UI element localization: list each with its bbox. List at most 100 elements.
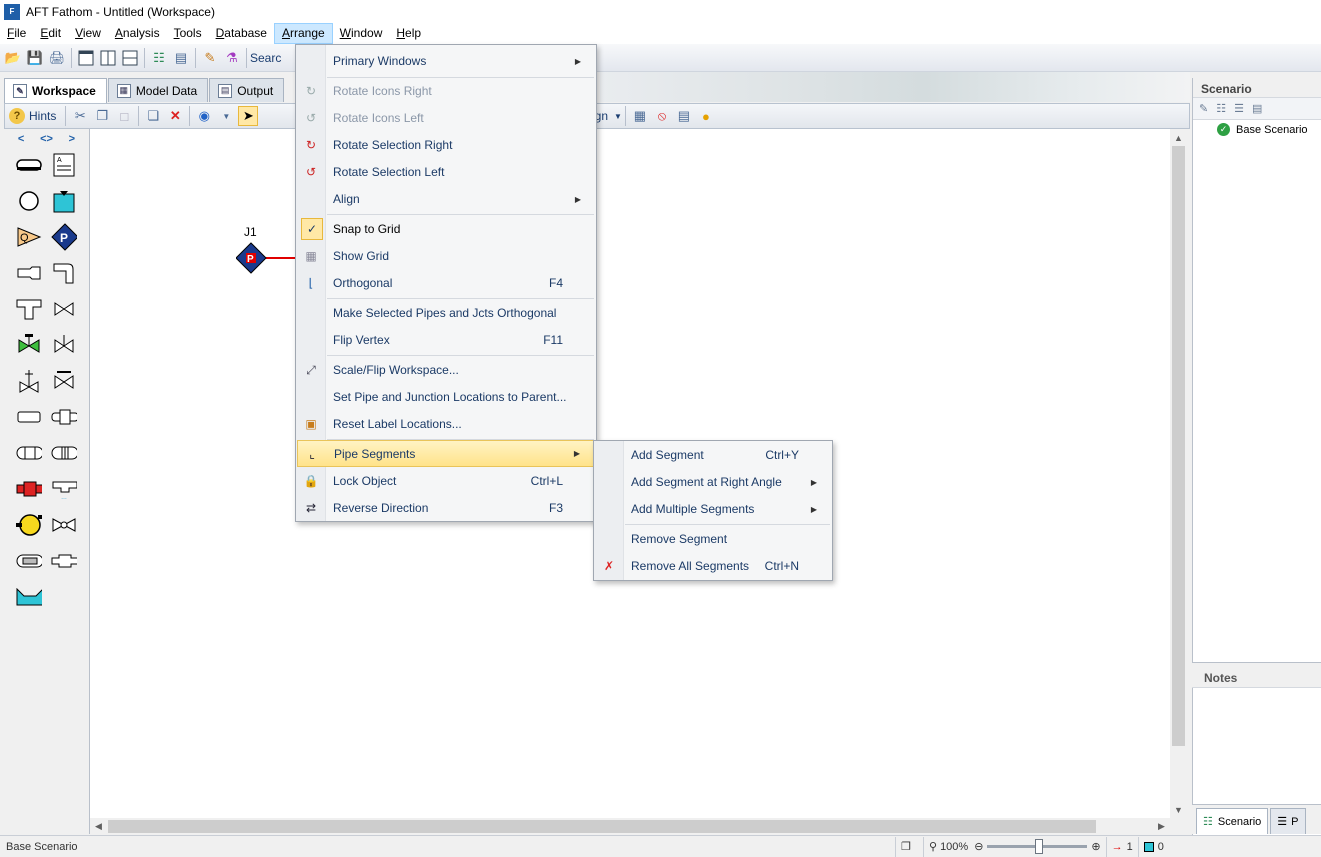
vertical-scrollbar[interactable]: ▲ ▼ — [1170, 129, 1187, 818]
menu-item-snap-to-grid[interactable]: ✓ Snap to Grid — [297, 216, 595, 242]
heat-exchanger-icon[interactable] — [16, 440, 42, 466]
menu-item-scale-flip-workspace[interactable]: ⤢ Scale/Flip Workspace... — [297, 357, 595, 383]
menu-item-rotate-selection-left[interactable]: ↺ Rotate Selection Left — [297, 159, 595, 185]
menu-item-add-multiple-segments[interactable]: Add Multiple Segments ▶ — [595, 496, 831, 522]
annotation-tool-icon[interactable]: A — [51, 152, 77, 178]
tab-scenario[interactable]: ☷ Scenario — [1196, 808, 1269, 834]
grid-settings-icon[interactable]: ▦ — [630, 106, 650, 126]
scenario-tree-icon[interactable]: ☷ — [1216, 102, 1226, 115]
menu-item-reverse-direction[interactable]: ⇄ Reverse Direction F3 — [297, 495, 595, 521]
window-single-icon[interactable] — [76, 48, 96, 68]
palette-next-button[interactable]: > — [69, 133, 75, 147]
menu-item-rotate-icons-left[interactable]: ↺ Rotate Icons Left — [297, 105, 595, 131]
bend-icon[interactable] — [51, 260, 77, 286]
orifice-icon[interactable] — [51, 404, 77, 430]
jet-pump-icon[interactable] — [16, 548, 42, 574]
scroll-right-icon[interactable]: ▶ — [1153, 818, 1170, 835]
tab-output[interactable]: ▤ Output — [209, 78, 285, 102]
checklist-icon[interactable]: ✎ — [200, 48, 220, 68]
menu-arrange[interactable]: Arrange — [273, 23, 333, 44]
horizontal-scrollbar[interactable]: ◀ ▶ — [90, 818, 1170, 835]
menu-database[interactable]: Database — [209, 23, 274, 44]
horizontal-scroll-thumb[interactable] — [108, 820, 1096, 833]
dead-end-icon[interactable] — [16, 404, 42, 430]
lightbulb-icon[interactable]: ● — [696, 106, 716, 126]
menu-window[interactable]: Window — [333, 23, 390, 44]
menu-item-add-segment[interactable]: Add Segment Ctrl+Y — [595, 442, 831, 468]
menu-item-remove-all-segments[interactable]: ✗ Remove All Segments Ctrl+N — [595, 553, 831, 579]
menu-item-rotate-icons-right[interactable]: ↻ Rotate Icons Right — [297, 78, 595, 104]
reservoir-icon[interactable] — [51, 188, 77, 214]
screen-icon[interactable] — [51, 440, 77, 466]
scenario-tree-item[interactable]: ✓ Base Scenario — [1193, 120, 1321, 136]
menu-edit[interactable]: Edit — [33, 23, 68, 44]
volume-balance-icon[interactable] — [51, 512, 77, 538]
branch-junction-icon[interactable] — [16, 188, 42, 214]
gate-valve-icon[interactable] — [51, 368, 77, 394]
scroll-down-icon[interactable]: ▼ — [1170, 801, 1187, 818]
properties-icon[interactable]: ▤ — [674, 106, 694, 126]
menu-item-reset-label-locations[interactable]: ▣ Reset Label Locations... — [297, 411, 595, 437]
model-tree-icon[interactable]: ☷ — [149, 48, 169, 68]
zoom-slider[interactable] — [987, 839, 1088, 854]
chart-icon[interactable]: ▤ — [171, 48, 191, 68]
general-component-icon[interactable] — [16, 476, 42, 502]
menu-item-show-grid[interactable]: ▦ Show Grid — [297, 243, 595, 269]
zoom-in-icon[interactable]: ⊕ — [1091, 840, 1100, 853]
cut-icon[interactable]: ✂ — [70, 106, 90, 126]
menu-item-lock-object[interactable]: 🔒 Lock Object Ctrl+L — [297, 468, 595, 494]
open-icon[interactable]: 📂 — [3, 48, 23, 68]
delete-icon[interactable]: ✕ — [165, 106, 185, 126]
relief-valve-icon[interactable] — [51, 332, 77, 358]
zoom-out-icon[interactable]: ⊖ — [974, 840, 983, 853]
menu-item-pipe-segments[interactable]: ⌞ Pipe Segments ▶ — [297, 440, 595, 467]
copy-icon[interactable]: ❐ — [92, 106, 112, 126]
menu-item-rotate-selection-right[interactable]: ↻ Rotate Selection Right — [297, 132, 595, 158]
new-scenario-icon[interactable]: ✎ — [1199, 102, 1208, 115]
menu-item-add-segment-right-angle[interactable]: Add Segment at Right Angle ▶ — [595, 469, 831, 495]
assigned-pressure-icon[interactable]: P — [51, 223, 77, 251]
zoom-slider-knob[interactable] — [1035, 839, 1044, 854]
select-all-icon[interactable]: ❏ — [143, 106, 163, 126]
scenario-list-icon[interactable]: ☰ — [1234, 102, 1244, 115]
menu-item-set-locations-to-parent[interactable]: Set Pipe and Junction Locations to Paren… — [297, 384, 595, 410]
menu-tools[interactable]: Tools — [167, 23, 209, 44]
globe-icon[interactable]: ◉ — [194, 106, 214, 126]
zoom-icon[interactable]: ⚲ — [929, 840, 937, 853]
control-valve-icon[interactable] — [16, 368, 42, 394]
venturi-icon[interactable] — [51, 548, 77, 574]
check-valve-icon[interactable] — [16, 332, 42, 358]
print-icon[interactable]: 🖨 — [47, 48, 67, 68]
window-split-horizontal-icon[interactable] — [120, 48, 140, 68]
window-split-vertical-icon[interactable] — [98, 48, 118, 68]
pointer-icon[interactable]: ➤ — [238, 106, 259, 126]
tab-other[interactable]: ☰ P — [1270, 808, 1306, 834]
valve-icon[interactable] — [51, 296, 77, 322]
hints-button[interactable]: ? Hints — [7, 108, 62, 124]
vertical-scroll-thumb[interactable] — [1172, 146, 1185, 746]
menu-item-primary-windows[interactable]: Primary Windows ▶ — [297, 48, 595, 74]
menu-item-remove-segment[interactable]: Remove Segment — [595, 526, 831, 552]
menu-file[interactable]: File — [0, 23, 33, 44]
chevron-down-icon[interactable]: ▼ — [216, 106, 236, 126]
menu-item-align[interactable]: Align ▶ — [297, 186, 595, 212]
tab-model-data[interactable]: ▦ Model Data — [107, 78, 209, 102]
pump-icon[interactable] — [16, 512, 42, 538]
flask-icon[interactable]: ⚗ — [222, 48, 242, 68]
menu-item-make-orthogonal[interactable]: Make Selected Pipes and Jcts Orthogonal — [297, 300, 595, 326]
pipe-tool-icon[interactable] — [16, 152, 42, 178]
spray-discharge-icon[interactable]: … — [51, 476, 77, 502]
assigned-pressure-junction[interactable]: P — [236, 242, 296, 276]
area-change-icon[interactable] — [16, 260, 42, 286]
paste-icon[interactable]: □ — [114, 106, 134, 126]
palette-prev-button[interactable]: < — [18, 133, 24, 147]
tee-icon[interactable] — [16, 296, 42, 322]
menu-view[interactable]: View — [68, 23, 108, 44]
save-icon[interactable]: 💾 — [25, 48, 45, 68]
weir-icon[interactable] — [16, 584, 42, 610]
menu-item-orthogonal[interactable]: ⌊ Orthogonal F4 — [297, 270, 595, 296]
menu-analysis[interactable]: Analysis — [108, 23, 167, 44]
no-entry-icon[interactable]: ⦸ — [652, 106, 672, 126]
menu-help[interactable]: Help — [389, 23, 428, 44]
tab-workspace[interactable]: ✎ Workspace — [4, 78, 107, 103]
